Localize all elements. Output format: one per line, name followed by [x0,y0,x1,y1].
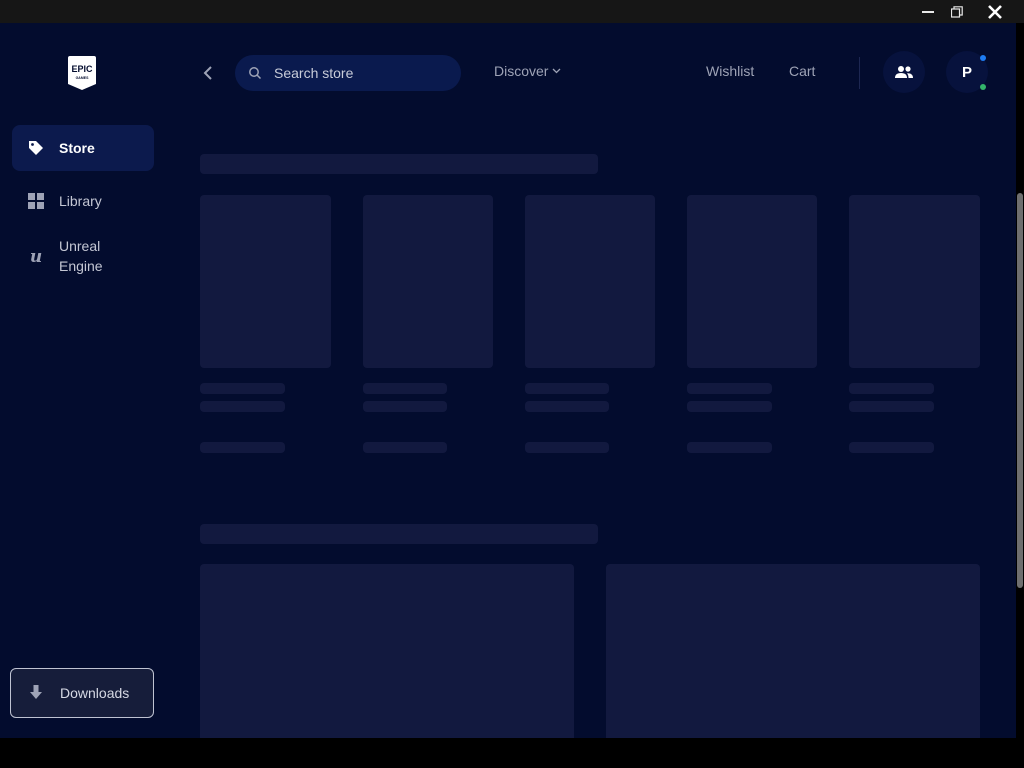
download-icon [27,684,45,702]
skeleton-price-line [363,442,447,453]
sidebar-item-label: Library [59,193,102,209]
restore-button[interactable] [942,0,972,23]
restore-icon [951,5,963,18]
skeleton-text-line [200,383,285,394]
skeleton-price-line [525,442,609,453]
skeleton-text-line [687,401,772,412]
skeleton-section-title [200,154,598,174]
grid-icon [27,192,45,210]
avatar-initial: P [961,63,972,81]
sidebar-item-unreal-engine[interactable]: u Unreal Engine [12,231,154,281]
cart-link[interactable]: Cart [789,63,815,79]
discover-dropdown[interactable]: Discover [494,63,561,79]
sidebar-item-label: Store [59,140,95,156]
skeleton-feature-card [200,564,574,738]
launcher-window: EPIC GAMES Store Library u Unreal Engine… [0,23,1016,738]
skeleton-card-image [363,195,493,368]
downloads-button[interactable]: Downloads [10,668,154,718]
skeleton-card-image [525,195,655,368]
window-titlebar [0,0,1024,23]
skeleton-section-title [200,524,598,544]
chevron-left-icon [203,66,212,80]
skeleton-feature-card [606,564,980,738]
search-bar[interactable] [235,55,461,91]
notification-dot [980,55,986,61]
skeleton-card-image [849,195,980,368]
search-icon [249,67,262,80]
sidebar-item-library[interactable]: Library [12,178,154,224]
skeleton-text-line [849,401,934,412]
svg-text:GAMES: GAMES [76,76,90,80]
search-input[interactable] [274,55,454,91]
tag-icon [27,139,45,157]
scrollbar-thumb[interactable] [1017,193,1023,588]
epic-games-logo: EPIC GAMES [68,56,96,90]
unreal-icon: u [27,247,45,265]
discover-label: Discover [494,63,549,79]
skeleton-price-line [200,442,285,453]
friends-button[interactable] [883,51,925,93]
skeleton-card-image [200,195,331,368]
topbar-divider [859,57,860,89]
friends-icon [895,66,913,78]
close-icon [988,4,1002,19]
skeleton-text-line [525,383,609,394]
skeleton-card-image [687,195,817,368]
back-button[interactable] [196,61,220,85]
skeleton-text-line [363,383,447,394]
skeleton-text-line [525,401,609,412]
bottom-edge [0,738,1024,768]
sidebar-item-store[interactable]: Store [12,125,154,171]
skeleton-price-line [687,442,772,453]
skeleton-text-line [200,401,285,412]
skeleton-text-line [687,383,772,394]
minimize-icon [922,10,934,13]
downloads-label: Downloads [60,685,130,701]
close-button[interactable] [980,0,1010,23]
sidebar-item-label: Unreal Engine [59,238,103,274]
svg-text:EPIC: EPIC [71,64,93,74]
chevron-down-icon [553,68,561,74]
scrollbar[interactable] [1016,23,1024,738]
skeleton-price-line [849,442,934,453]
wishlist-link[interactable]: Wishlist [706,63,754,79]
svg-text:u: u [30,247,42,265]
skeleton-text-line [849,383,934,394]
skeleton-text-line [363,401,447,412]
minimize-button[interactable] [913,0,943,23]
online-status-dot [980,84,986,90]
